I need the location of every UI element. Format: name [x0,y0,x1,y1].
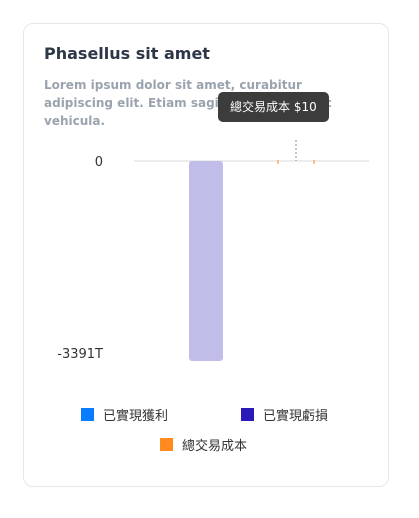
bar[interactable] [189,161,223,361]
legend-item-realized-profit[interactable]: 已實現獲利 [81,405,168,424]
legend-item-total-cost[interactable]: 總交易成本 [160,435,247,454]
legend-swatch [81,408,94,421]
legend-item-realized-loss[interactable]: 已實現虧損 [241,405,328,424]
legend-swatch [241,408,254,421]
y-tick-label: 0 [95,155,103,170]
legend-label: 已實現獲利 [103,409,169,424]
legend-label: 已實現虧損 [263,409,329,424]
y-tick-label: -3391T [57,347,103,362]
legend-label: 總交易成本 [182,439,248,454]
chart-tooltip: 總交易成本 $10 [218,92,329,122]
legend-swatch [160,438,173,451]
